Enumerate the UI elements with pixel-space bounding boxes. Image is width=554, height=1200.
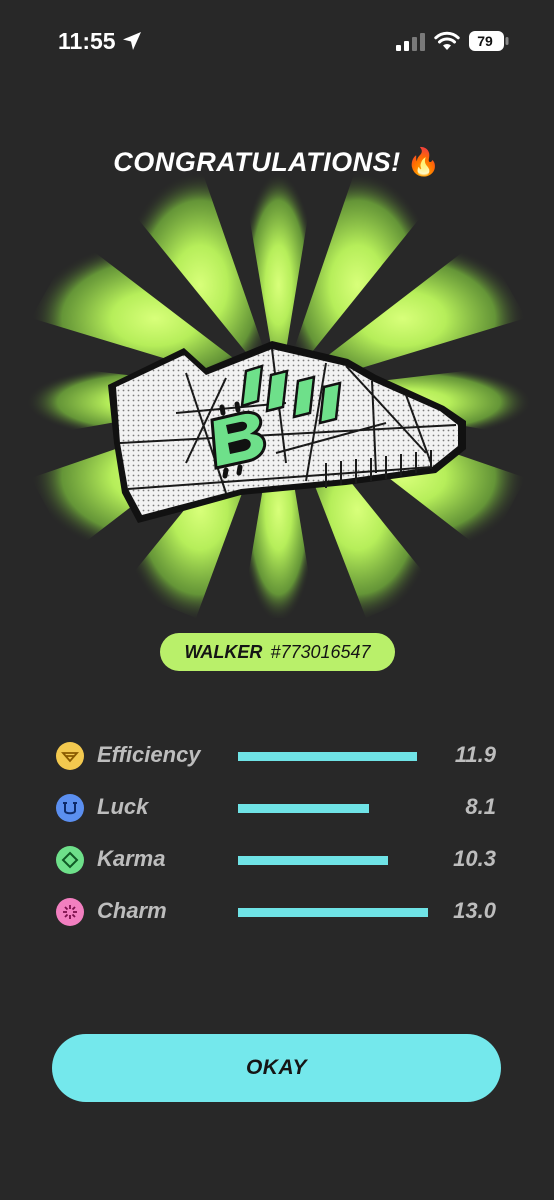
stat-bar bbox=[238, 752, 417, 761]
cellular-signal-icon bbox=[396, 33, 425, 51]
location-arrow-icon bbox=[123, 32, 141, 50]
stat-bar bbox=[238, 908, 428, 917]
stat-label: Luck bbox=[97, 794, 149, 819]
stat-bar bbox=[238, 804, 369, 813]
stat-value: 11.9 bbox=[454, 742, 496, 767]
sneaker-type: WALKER bbox=[184, 641, 263, 662]
stat-row-efficiency: Efficiency 11.9 bbox=[0, 738, 554, 774]
stat-row-karma: Karma 10.3 bbox=[0, 842, 554, 878]
stat-row-luck: Luck 8.1 bbox=[0, 790, 554, 826]
sneaker-type-badge: WALKER #773016547 bbox=[160, 633, 395, 671]
stat-label: Charm bbox=[97, 898, 167, 923]
sneaker-id: #773016547 bbox=[270, 641, 371, 662]
stat-label: Efficiency bbox=[97, 742, 201, 767]
stat-value: 13.0 bbox=[453, 898, 496, 923]
stat-bar bbox=[238, 856, 388, 865]
karma-icon bbox=[56, 846, 84, 874]
efficiency-icon bbox=[56, 742, 84, 770]
luck-icon bbox=[56, 794, 84, 822]
stat-row-charm: Charm 13.0 bbox=[0, 894, 554, 930]
stat-value: 10.3 bbox=[453, 846, 496, 871]
okay-button[interactable]: OKAY bbox=[52, 1034, 501, 1102]
stat-label: Karma bbox=[97, 846, 166, 871]
stat-value: 8.1 bbox=[465, 794, 496, 819]
sneaker-reveal bbox=[26, 168, 532, 618]
status-time: 11:55 bbox=[58, 28, 116, 54]
battery-level: 79 bbox=[477, 33, 493, 49]
wifi-icon bbox=[434, 31, 460, 50]
charm-icon bbox=[56, 898, 84, 926]
status-bar: 11:55 79 bbox=[0, 0, 554, 84]
